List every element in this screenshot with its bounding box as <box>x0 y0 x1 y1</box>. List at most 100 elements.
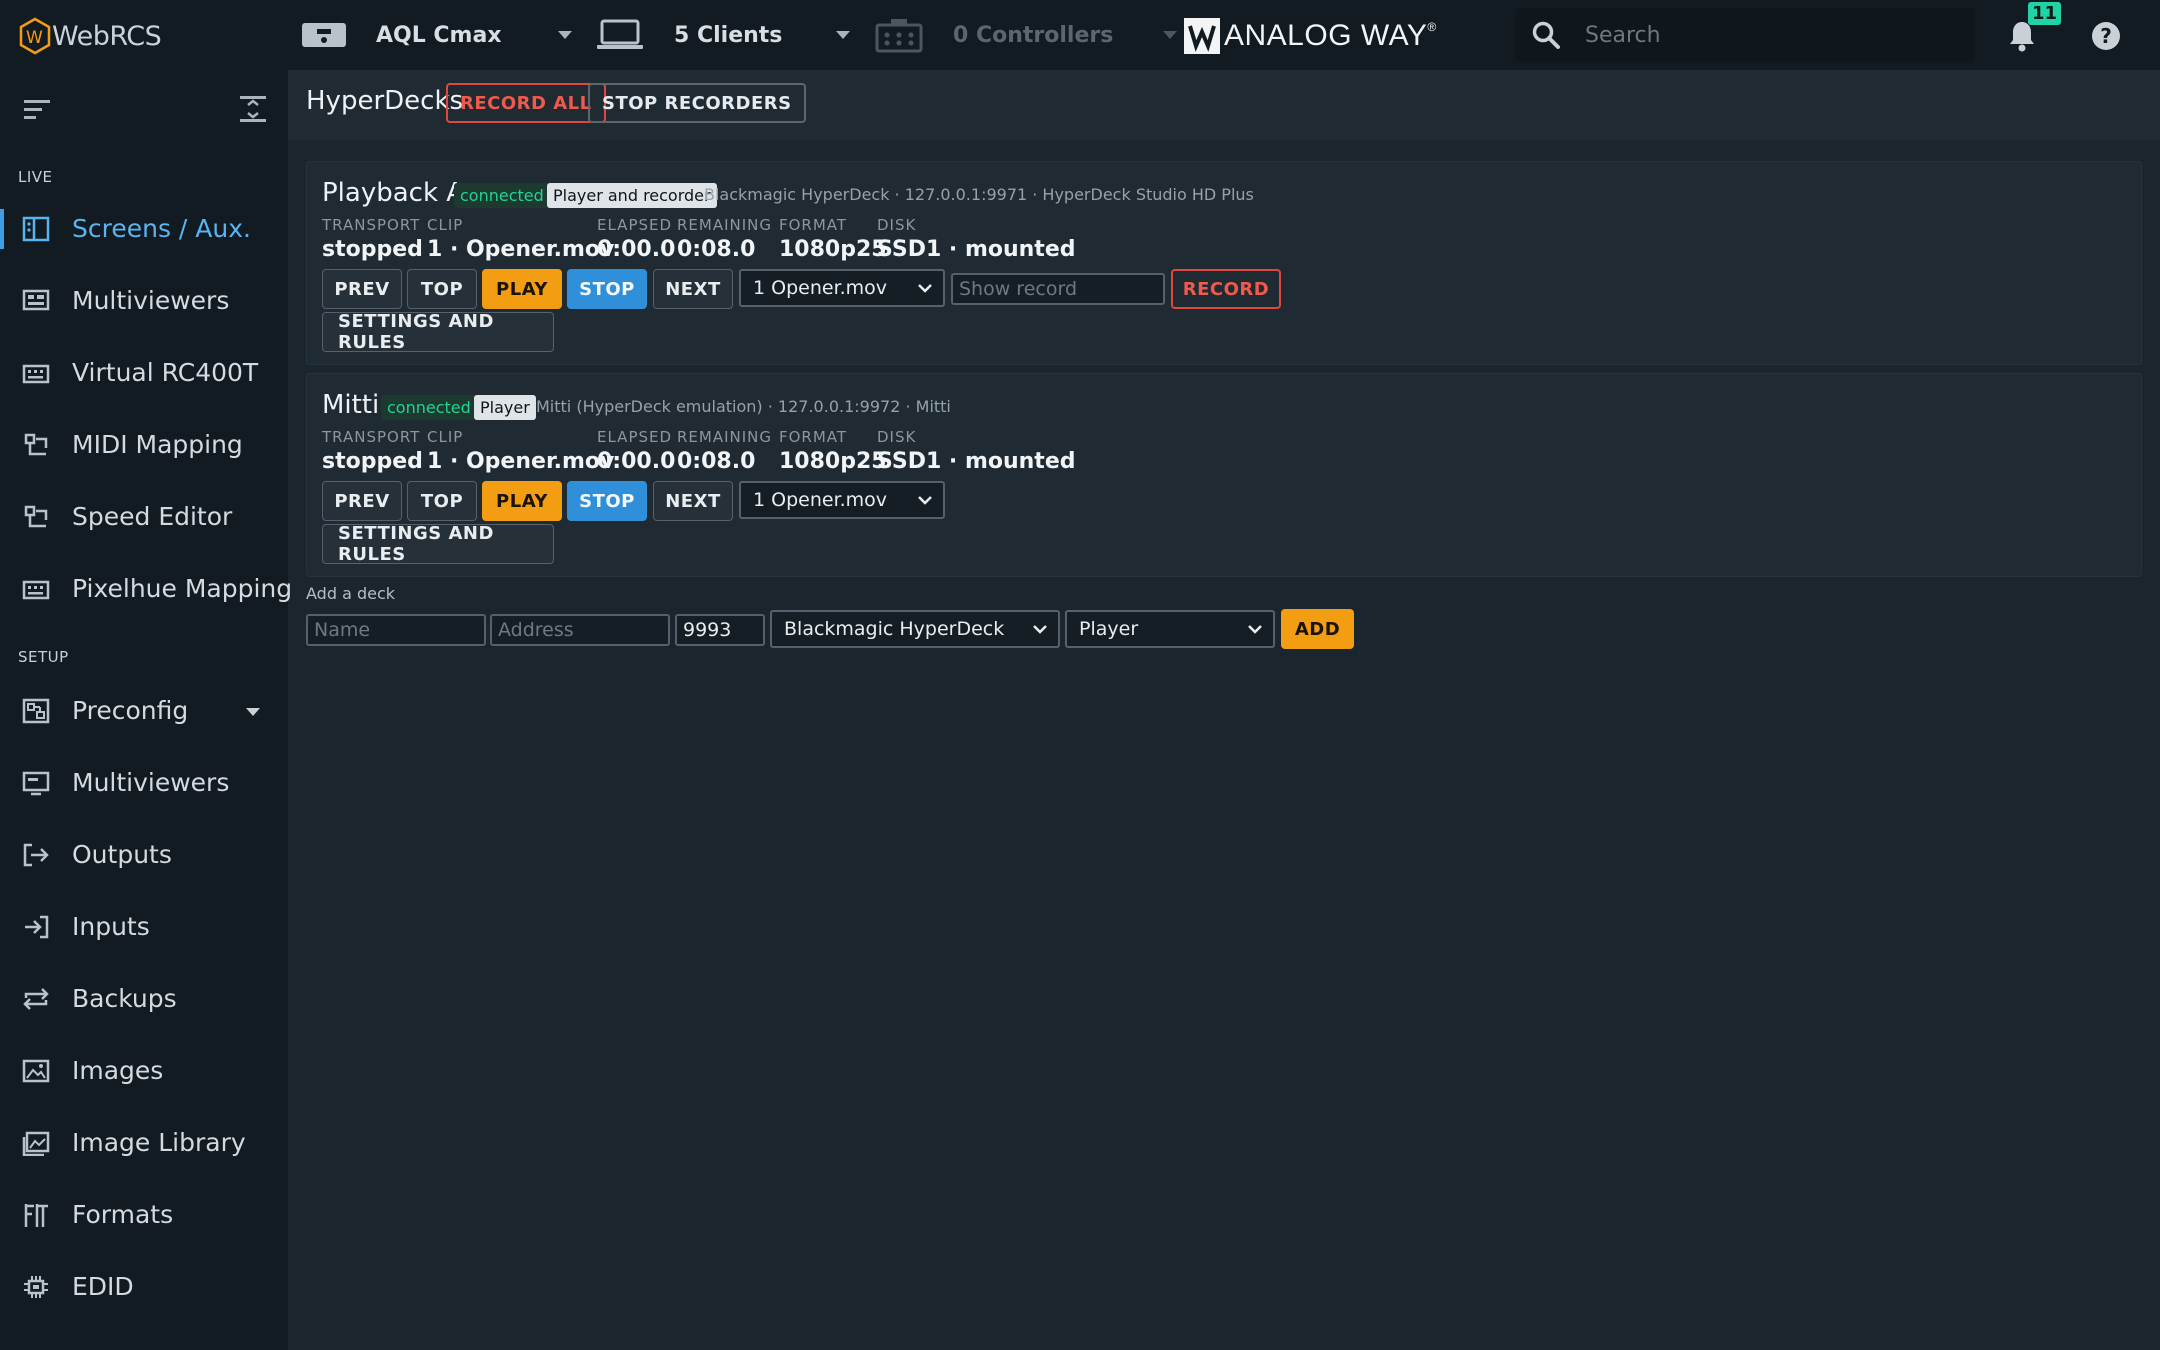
prev-button[interactable]: PREV <box>322 269 402 309</box>
play-button[interactable]: PLAY <box>482 269 562 309</box>
sidebar-item-label: Formats <box>72 1200 174 1229</box>
settings-and-rules-button[interactable]: SETTINGS AND RULES <box>322 311 554 353</box>
deck-role-select[interactable]: Player <box>1065 610 1275 648</box>
clients-count: 5 Clients <box>674 22 783 48</box>
sidebar-item-label: Screens / Aux. <box>72 214 251 243</box>
svg-text:?: ? <box>2100 24 2112 48</box>
device-icon <box>302 23 346 47</box>
deck-type-select[interactable]: Blackmagic HyperDeck <box>770 610 1060 648</box>
clip-select[interactable]: 1 Opener.mov <box>739 269 945 307</box>
sidebar-item-edid[interactable]: EDID <box>0 1259 288 1315</box>
mapping-icon <box>24 505 48 528</box>
top-button[interactable]: TOP <box>407 481 477 521</box>
notifications-badge: 11 <box>2028 2 2062 25</box>
sidebar-item-label: Backups <box>72 984 177 1013</box>
next-button[interactable]: NEXT <box>653 481 733 521</box>
format-value: 1080p25 <box>779 237 887 262</box>
deck-name-input[interactable] <box>306 614 486 646</box>
remaining-value: 0:08.0 <box>677 449 756 474</box>
prev-button[interactable]: PREV <box>322 481 402 521</box>
sidebar-item-formats[interactable]: Formats <box>0 1187 288 1243</box>
elapsed-value: 0:00.0 <box>597 449 676 474</box>
clients-selector[interactable]: 5 Clients <box>596 13 851 57</box>
device-selector[interactable]: AQL Cmax <box>300 13 572 57</box>
chevron-down-icon <box>918 284 932 293</box>
search-icon <box>1532 21 1560 49</box>
next-button[interactable]: NEXT <box>653 269 733 309</box>
setup-section-label: SETUP <box>18 648 69 666</box>
sidebar-item-backups[interactable]: Backups <box>0 971 288 1027</box>
sidebar-item-label: Image Library <box>72 1128 246 1157</box>
expand-collapse-icon[interactable] <box>238 94 268 124</box>
clip-select[interactable]: 1 Opener.mov <box>739 481 945 519</box>
search-bar[interactable] <box>1515 8 1975 62</box>
sidebar-item-inputs[interactable]: Inputs <box>0 899 288 955</box>
clip-label: CLIP <box>427 216 464 234</box>
show-record-input[interactable] <box>951 273 1165 305</box>
role-badge: Player and recorder <box>547 183 717 208</box>
sidebar-item-label: Pixelhue Mapping <box>72 574 293 603</box>
laptop-icon <box>597 19 643 49</box>
chevron-down-icon <box>918 496 932 505</box>
svg-text:W: W <box>26 28 43 48</box>
sidebar-item-image-library[interactable]: Image Library <box>0 1115 288 1171</box>
sidebar-item-images[interactable]: Images <box>0 1043 288 1099</box>
deck-name: Playback A <box>322 178 465 208</box>
transport-value: stopped <box>322 449 423 474</box>
chevron-down-icon <box>1163 31 1178 39</box>
disk-value: SSD1 · mounted <box>877 237 1076 262</box>
sidebar-item-label: Outputs <box>72 840 172 869</box>
multiviewer-icon <box>22 289 50 311</box>
remaining-value: 0:08.0 <box>677 237 756 262</box>
sidebar-item-speed-editor[interactable]: Speed Editor <box>0 489 288 545</box>
analog-way-logo: ANALOG WAY ® <box>1184 16 1437 56</box>
live-section-label: LIVE <box>18 168 53 186</box>
webrcs-hex-icon: W <box>19 17 51 55</box>
screens-icon <box>22 216 50 242</box>
disk-value: SSD1 · mounted <box>877 449 1076 474</box>
deck-name: Mitti <box>322 390 380 420</box>
record-button[interactable]: RECORD <box>1171 269 1281 309</box>
sidebar-item-label: EDID <box>72 1272 134 1301</box>
help-icon[interactable]: ? <box>2091 21 2121 51</box>
sidebar-item-pixelhue-mapping[interactable]: Pixelhue Mapping <box>0 561 292 617</box>
stop-recorders-button[interactable]: STOP RECORDERS <box>588 83 806 123</box>
stop-button[interactable]: STOP <box>567 269 647 309</box>
format-value: 1080p25 <box>779 449 887 474</box>
search-input[interactable] <box>1585 22 1945 48</box>
settings-and-rules-button[interactable]: SETTINGS AND RULES <box>322 523 554 565</box>
add-deck-button[interactable]: ADD <box>1281 609 1354 649</box>
sidebar-item-label: Multiviewers <box>72 768 230 797</box>
sidebar-item-midi-mapping[interactable]: MIDI Mapping <box>0 417 288 473</box>
sidebar-item-virtual-rc400t[interactable]: Virtual RC400T <box>0 345 288 401</box>
deck-port-input[interactable] <box>675 614 765 646</box>
format-label: FORMAT <box>779 216 848 234</box>
format-label: FORMAT <box>779 428 848 446</box>
sidebar-item-preconfig[interactable]: Preconfig <box>0 683 288 739</box>
formats-icon <box>24 1204 48 1227</box>
stop-button[interactable]: STOP <box>567 481 647 521</box>
page-title: HyperDecks <box>306 86 464 116</box>
app-logo[interactable]: W WebRCS <box>18 16 162 56</box>
top-bar: W WebRCS AQL Cmax 5 Clients 0 Controller… <box>0 0 2160 70</box>
elapsed-value: 0:00.0 <box>597 237 676 262</box>
clip-value: 1 · Opener.mov <box>427 237 615 262</box>
chevron-down-icon <box>1248 625 1262 634</box>
deck-address-input[interactable] <box>490 614 670 646</box>
sidebar-item-multiviewers[interactable]: Multiviewers <box>0 273 288 329</box>
sidebar-item-multiviewers[interactable]: Multiviewers <box>0 755 288 811</box>
disk-label: DISK <box>877 216 917 234</box>
elapsed-label: ELAPSED <box>597 428 673 446</box>
play-button[interactable]: PLAY <box>482 481 562 521</box>
controllers-selector[interactable]: 0 Controllers <box>875 13 1178 57</box>
sidebar-item-label: Virtual RC400T <box>72 358 259 387</box>
collapse-sidebar-icon[interactable] <box>22 98 52 122</box>
sidebar-item-screens-aux[interactable]: Screens / Aux. <box>0 201 288 257</box>
clip-label: CLIP <box>427 428 464 446</box>
record-all-button[interactable]: RECORD ALL <box>446 83 606 123</box>
top-button[interactable]: TOP <box>407 269 477 309</box>
deck-card: Playback A connected Player and recorder… <box>306 161 2142 365</box>
sidebar-item-outputs[interactable]: Outputs <box>0 827 288 883</box>
device-name: AQL Cmax <box>376 22 502 48</box>
sidebar-item-label: Speed Editor <box>72 502 233 531</box>
